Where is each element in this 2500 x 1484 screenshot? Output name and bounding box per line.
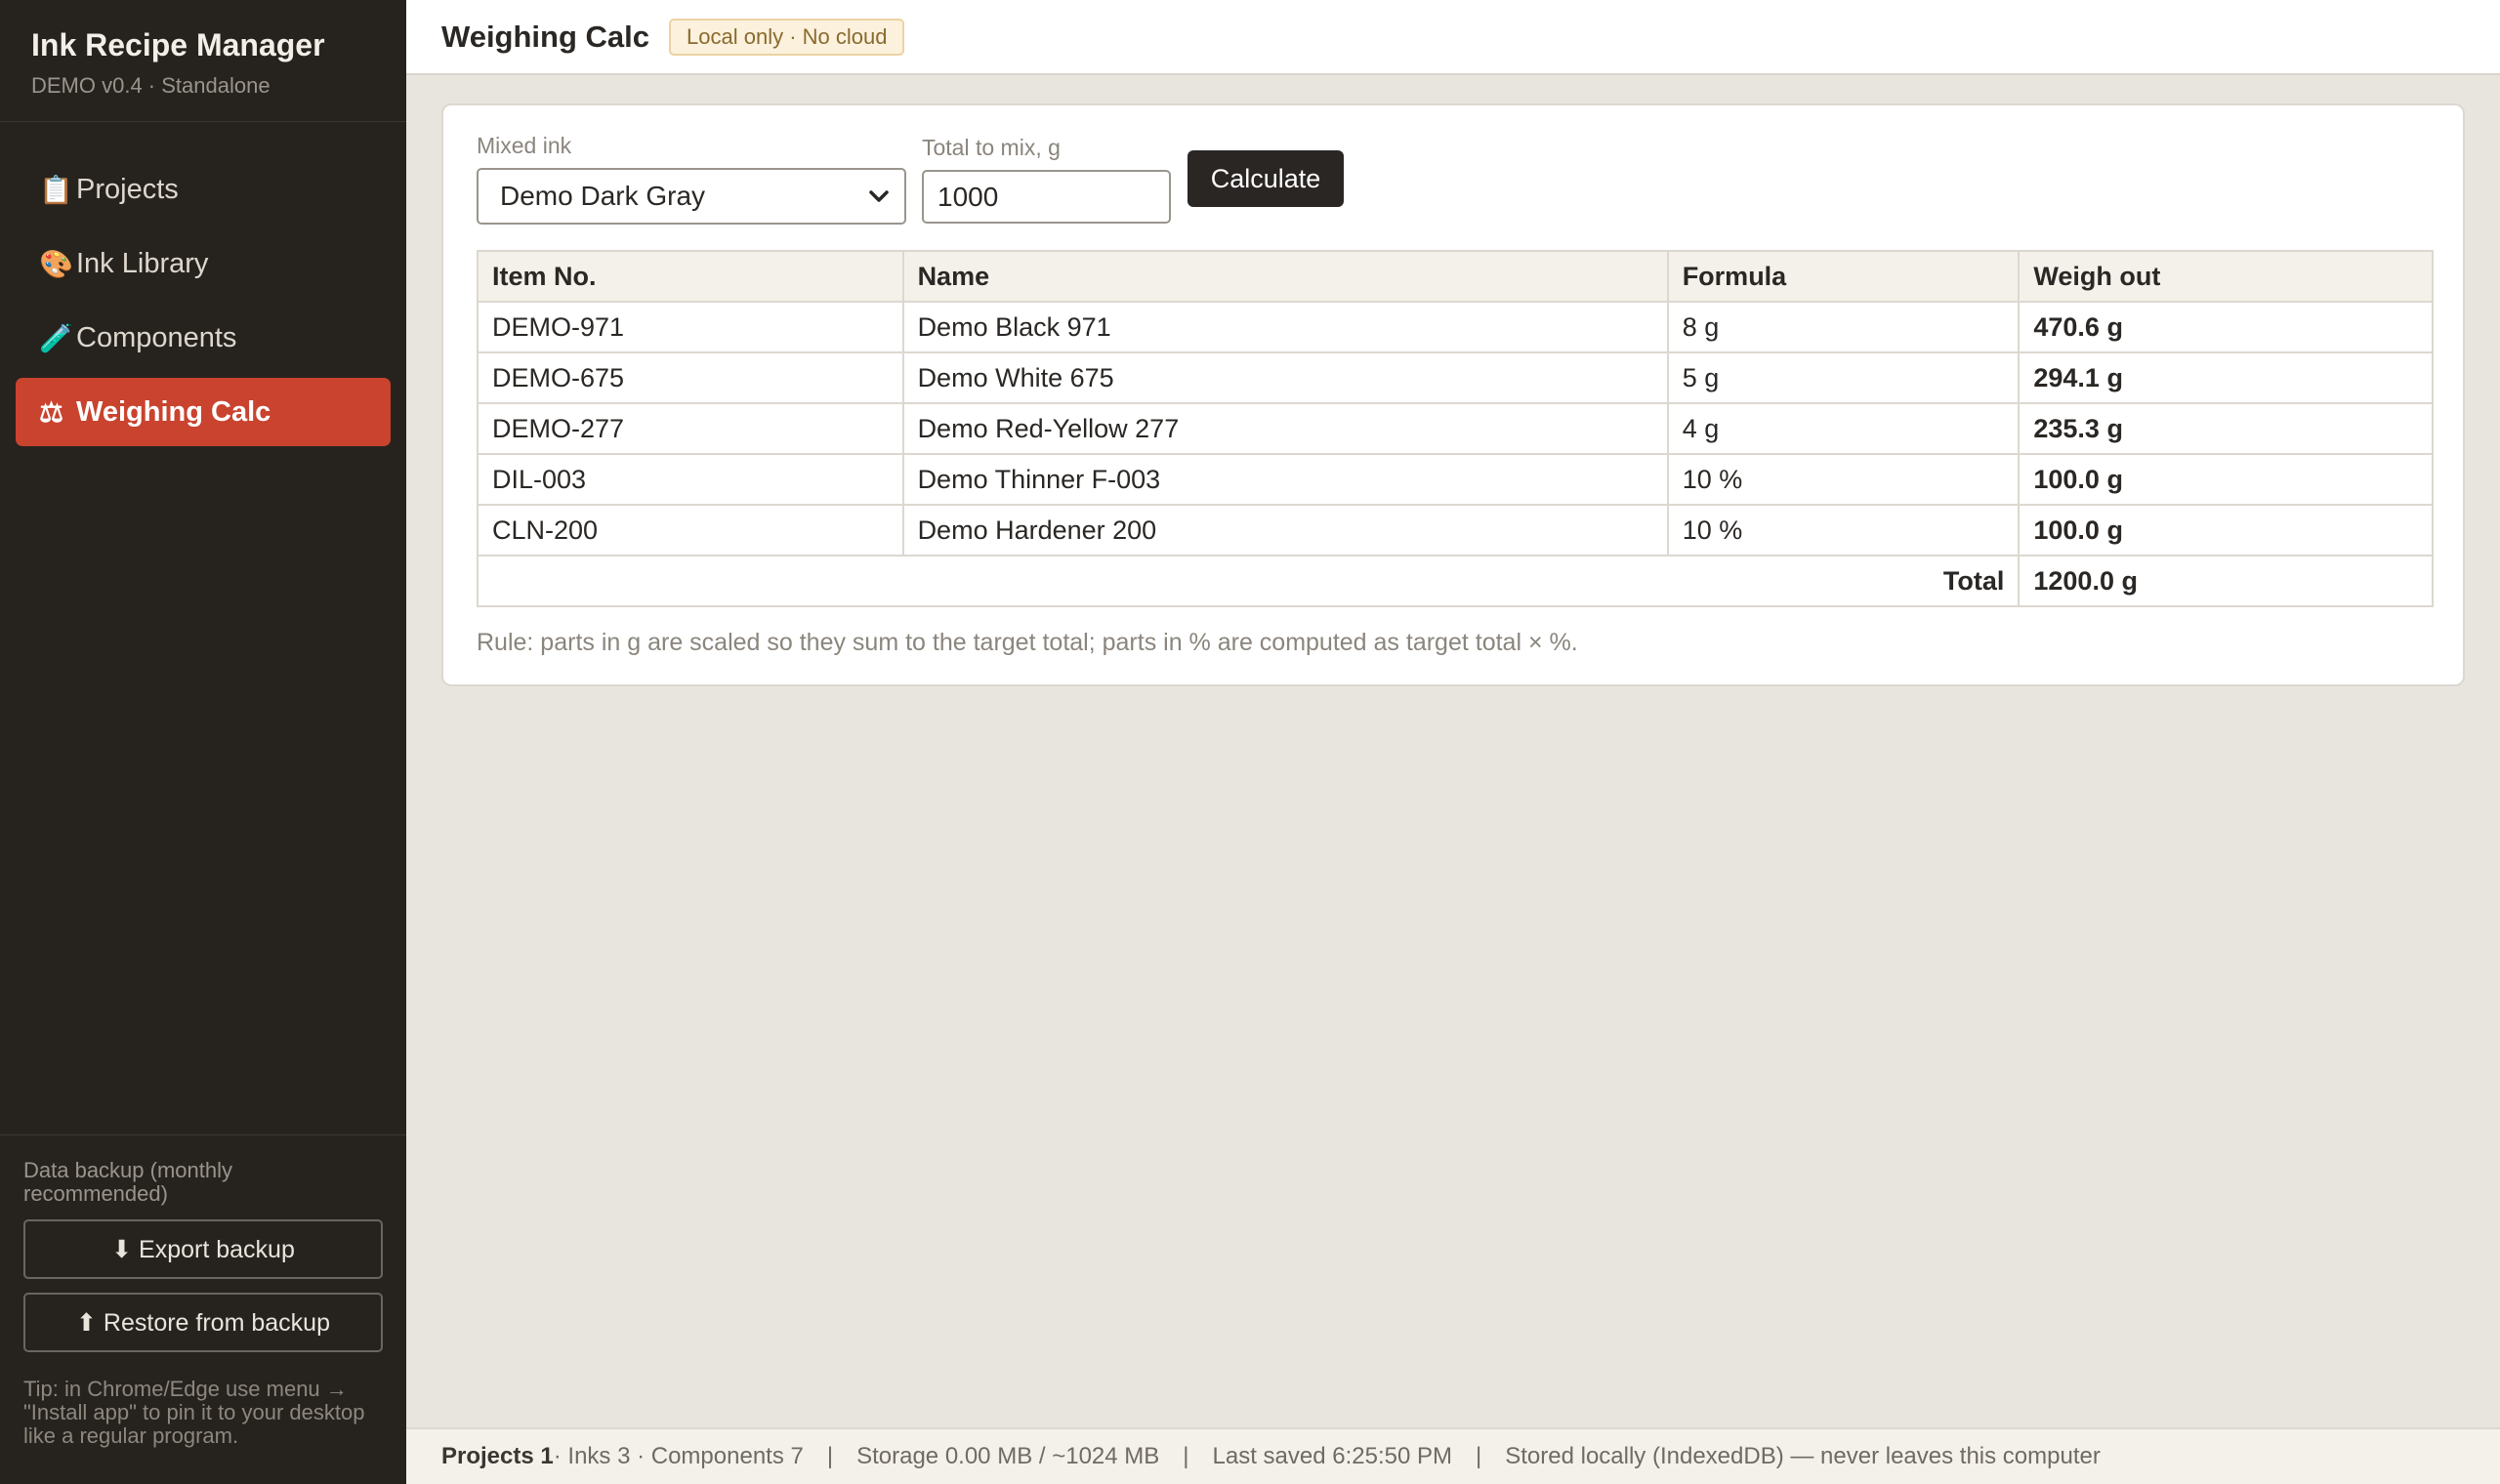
weigh-table: Item No. Name Formula Weigh out DEMO-971… (476, 250, 2434, 607)
cell-formula: 8 g (1666, 301, 2021, 353)
restore-backup-button[interactable]: ⬆ Restore from backup (23, 1293, 383, 1352)
table-total-row: Total 1200.0 g (476, 555, 2434, 607)
cell-name: Demo Red-Yellow 277 (901, 402, 1669, 455)
table-row: DEMO-277 Demo Red-Yellow 277 4 g 235.3 g (477, 402, 2434, 455)
cell-item-no: DEMO-277 (477, 402, 904, 455)
cell-weigh-out: 235.3 g (2018, 402, 2434, 455)
sidebar-footer: Data backup (monthly recommended) ⬇ Expo… (0, 1134, 406, 1484)
sidebar-item-components[interactable]: 🧪 Components (16, 304, 391, 372)
mixed-ink-label: Mixed ink (477, 133, 571, 159)
column-header-weigh-out: Weigh out (2018, 250, 2434, 303)
rule-note: Rule: parts in g are scaled so they sum … (477, 629, 1578, 656)
table-row: CLN-200 Demo Hardener 200 10 % 100.0 g (477, 504, 2434, 556)
chevron-down-icon (869, 190, 889, 202)
total-to-mix-input[interactable] (922, 170, 1171, 224)
cell-weigh-out: 294.1 g (2018, 351, 2434, 404)
total-to-mix-label-text: Total to mix, g (922, 135, 1061, 160)
palette-icon: 🎨 (39, 248, 73, 279)
sidebar-item-label: Components (76, 321, 237, 353)
mixed-ink-value: Demo Dark Gray (500, 181, 706, 211)
sidebar-item-label: Projects (76, 173, 179, 205)
status-last-saved: Last saved 6:25:50 PM (1212, 1443, 1452, 1469)
status-bar: Projects 1 · Inks 3 · Components 7 | Sto… (406, 1427, 2500, 1484)
page-title: Weighing Calc (441, 19, 650, 54)
app-title: Ink Recipe Manager (31, 27, 325, 62)
column-header-formula: Formula (1666, 250, 2021, 303)
status-counts: · Inks 3 · Components 7 (553, 1443, 804, 1469)
status-separator: | (1183, 1443, 1189, 1469)
sidebar: Ink Recipe Manager DEMO v0.4 · Standalon… (0, 0, 406, 1484)
scale-icon: ⚖ (39, 396, 64, 428)
table-header-row: Item No. Name Formula Weigh out (477, 250, 2434, 303)
test-tube-icon: 🧪 (39, 322, 73, 353)
column-header-name: Name (901, 250, 1669, 303)
calculate-button[interactable]: Calculate (1188, 150, 1344, 207)
status-projects: Projects 1 (441, 1443, 554, 1469)
sidebar-item-weighing-calc[interactable]: ⚖ Weighing Calc (16, 378, 391, 446)
status-separator: | (826, 1443, 834, 1469)
mixed-ink-label-text: Mixed ink (477, 133, 572, 158)
total-label: Total (476, 555, 2021, 607)
page-header: Weighing Calc Local only · No cloud (406, 0, 2500, 75)
cell-item-no: DIL-003 (477, 453, 904, 506)
total-value: 1200.0 g (2018, 555, 2434, 607)
cell-name: Demo Hardener 200 (901, 504, 1669, 556)
weighing-calc-card: Mixed ink Demo Dark Gray Total to mix, g… (441, 103, 2465, 686)
cell-weigh-out: 100.0 g (2018, 504, 2434, 556)
sidebar-item-projects[interactable]: 📋 Projects (16, 155, 391, 224)
cell-weigh-out: 470.6 g (2018, 301, 2434, 353)
cell-name: Demo Black 971 (901, 301, 1669, 353)
cell-formula: 5 g (1666, 351, 2021, 404)
backup-label: Data backup (monthly recommended) (23, 1158, 232, 1206)
install-tip: Tip: in Chrome/Edge use menu → "Install … (23, 1377, 365, 1448)
table-row: DEMO-675 Demo White 675 5 g 294.1 g (477, 351, 2434, 404)
cell-formula: 4 g (1666, 402, 2021, 455)
status-storage: Storage 0.00 MB / ~1024 MB (856, 1443, 1160, 1469)
cell-item-no: DEMO-971 (477, 301, 904, 353)
export-backup-button[interactable]: ⬇ Export backup (23, 1219, 383, 1279)
brand: Ink Recipe Manager DEMO v0.4 · Standalon… (0, 0, 406, 122)
app-subtitle: DEMO v0.4 · Standalone (31, 73, 271, 98)
cell-item-no: CLN-200 (477, 504, 904, 556)
cell-name: Demo Thinner F-003 (901, 453, 1669, 506)
cell-weigh-out: 100.0 g (2018, 453, 2434, 506)
status-stored-locally: Stored locally (IndexedDB) — never leave… (1505, 1443, 2101, 1469)
local-only-badge: Local only · No cloud (669, 18, 905, 56)
mixed-ink-select[interactable]: Demo Dark Gray (477, 168, 906, 225)
clipboard-icon: 📋 (39, 174, 73, 205)
cell-item-no: DEMO-675 (477, 351, 904, 404)
cell-name: Demo White 675 (901, 351, 1669, 404)
sidebar-item-label: Ink Library (76, 247, 209, 279)
status-separator: | (1476, 1443, 1482, 1469)
cell-formula: 10 % (1666, 453, 2021, 506)
column-header-item-no: Item No. (477, 250, 904, 303)
cell-formula: 10 % (1666, 504, 2021, 556)
table-row: DEMO-971 Demo Black 971 8 g 470.6 g (477, 301, 2434, 353)
total-to-mix-label: Total to mix, g (922, 135, 1061, 161)
sidebar-nav: 📋 Projects 🎨 Ink Library 🧪 Components ⚖ … (0, 122, 406, 446)
sidebar-item-label: Weighing Calc (76, 395, 271, 428)
table-row: DIL-003 Demo Thinner F-003 10 % 100.0 g (477, 453, 2434, 506)
sidebar-item-ink-library[interactable]: 🎨 Ink Library (16, 229, 391, 298)
